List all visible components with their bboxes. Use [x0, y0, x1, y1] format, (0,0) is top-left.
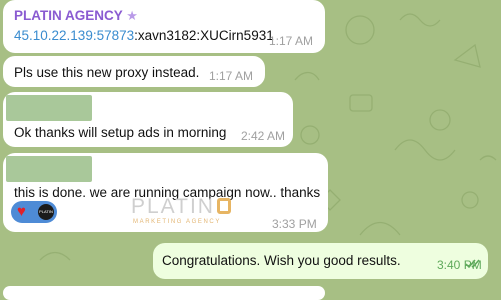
message-time: 2:42 AM	[241, 129, 286, 143]
message-text: Pls use this new proxy instead.	[14, 65, 200, 80]
heart-icon: ♥	[17, 203, 26, 220]
star-icon: ★	[126, 8, 138, 23]
double-check-icon	[465, 259, 480, 269]
message-bubble-partial[interactable]	[3, 286, 325, 300]
message-text: Congratulations. Wish you good results.	[162, 253, 401, 268]
platin-logo: PLATIN MARKETING AGENCY	[131, 195, 231, 225]
message-time: 3:33 PM	[272, 217, 317, 231]
message-time: 1:17 AM	[269, 34, 314, 48]
message-bubble[interactable]: Ok thanks will setup ads in morning 2:42…	[3, 92, 293, 147]
sender-name[interactable]: PLATIN AGENCY ★	[14, 8, 138, 24]
redacted-block	[6, 95, 92, 121]
outgoing-message-bubble[interactable]: Congratulations. Wish you good results. …	[153, 243, 488, 279]
message-text: 45.10.22.139:57873:xavn3182:XUCirn5931	[14, 28, 274, 43]
message-text: Ok thanks will setup ads in morning	[14, 125, 227, 140]
avatar: PLATIN	[38, 204, 54, 220]
message-time: 1:17 AM	[209, 69, 254, 83]
proxy-link[interactable]: 45.10.22.139:57873	[14, 28, 134, 43]
reaction-badge[interactable]: ♥ PLATIN	[11, 201, 57, 223]
logo-mark-icon	[216, 198, 231, 214]
message-bubble[interactable]: this is done. we are running campaign no…	[3, 153, 328, 232]
message-bubble[interactable]: Pls use this new proxy instead. 1:17 AM	[3, 56, 265, 87]
message-bubble[interactable]: PLATIN AGENCY ★ 45.10.22.139:57873:xavn3…	[3, 0, 325, 53]
redacted-block	[6, 156, 92, 182]
